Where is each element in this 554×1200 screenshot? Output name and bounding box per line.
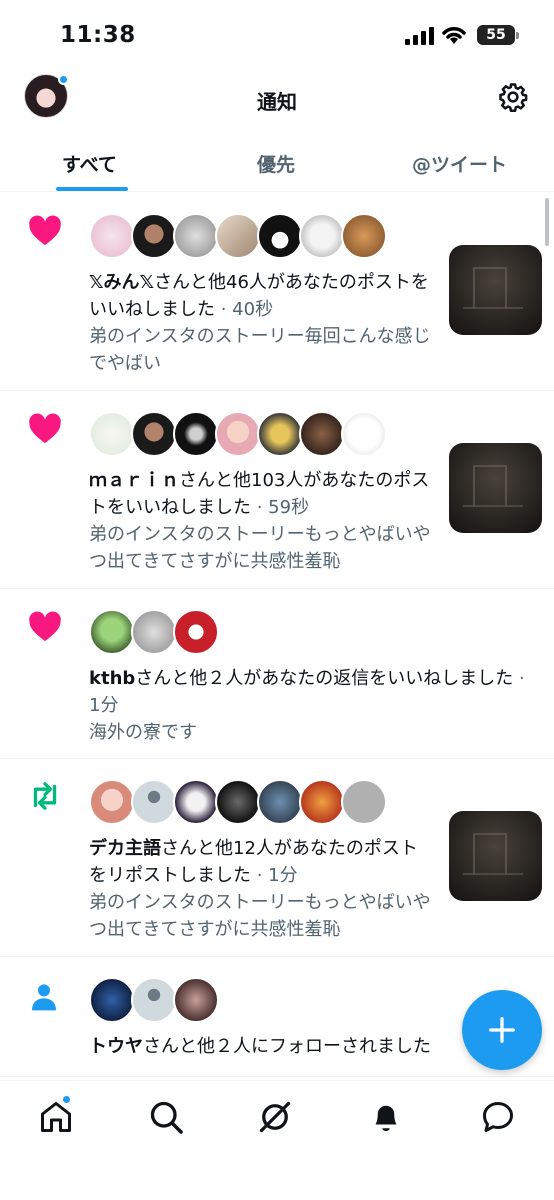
notification-body: デカ主語さんと他12人があなたのポストをリポストしました · 1分 弟のインスタ… (89, 835, 434, 943)
avatar[interactable] (131, 411, 177, 457)
user-name[interactable]: 𝕏みん𝕏 (89, 272, 154, 293)
notification-body: kthbさんと他２人があなたの返信をいいねしました · 1分 海外の寮です (89, 665, 539, 746)
repost-icon (33, 782, 57, 810)
notification-text: ｍａｒｉｎさんと他103人があなたのポストをいいねしました · 59秒 (89, 467, 434, 521)
compose-button[interactable] (462, 990, 542, 1070)
grok-icon[interactable] (257, 1099, 293, 1135)
avatar[interactable] (215, 213, 261, 259)
tab-all[interactable]: すべて (62, 150, 117, 177)
user-name[interactable]: ｍａｒｉｎ (89, 470, 179, 491)
avatar[interactable] (173, 411, 219, 457)
notification-body: 𝕏みん𝕏さんと他46人があなたのポストをいいねしました · 40秒 弟のインスタ… (89, 269, 434, 377)
avatar[interactable] (215, 411, 261, 457)
notification-text: 𝕏みん𝕏さんと他46人があなたのポストをいいねしました · 40秒 (89, 269, 434, 323)
timestamp: · 40秒 (215, 299, 274, 320)
avatar[interactable] (89, 411, 135, 457)
avatar[interactable] (131, 609, 177, 655)
avatar[interactable] (299, 213, 345, 259)
avatar[interactable] (257, 411, 303, 457)
notification-item[interactable]: kthbさんと他２人があなたの返信をいいねしました · 1分 海外の寮です (0, 589, 554, 759)
avatar[interactable] (257, 213, 303, 259)
tab-priority[interactable]: 優先 (257, 150, 295, 177)
header: 通知 (0, 68, 554, 130)
notification-text: デカ主語さんと他12人があなたのポストをリポストしました · 1分 (89, 835, 434, 889)
bell-icon[interactable] (368, 1099, 404, 1135)
status-time: 11:38 (60, 22, 136, 48)
media-thumbnail[interactable] (449, 245, 542, 335)
avatar[interactable] (89, 609, 135, 655)
scrollbar[interactable] (545, 198, 549, 246)
timestamp: · 1分 (251, 865, 298, 886)
post-preview: 弟のインスタのストーリー毎回こんな感じでやばい (89, 326, 431, 374)
avatar[interactable] (215, 779, 261, 825)
avatar[interactable] (299, 411, 345, 457)
home-notification-dot (62, 1095, 71, 1104)
tab-bar: すべて 優先 @ツイート (0, 132, 554, 192)
avatar[interactable] (89, 213, 135, 259)
person-icon (32, 984, 56, 1011)
plus-icon (489, 1017, 515, 1043)
tab-mentions[interactable]: @ツイート (412, 150, 507, 177)
avatar[interactable] (173, 977, 219, 1023)
post-preview: 弟のインスタのストーリーもっとやばいやつ出てきてさすがに共感性羞恥 (89, 892, 431, 940)
media-thumbnail[interactable] (449, 443, 542, 533)
post-preview: 弟のインスタのストーリーもっとやばいやつ出てきてさすがに共感性羞恥 (89, 524, 431, 572)
timestamp: · 59秒 (251, 497, 310, 518)
avatar[interactable] (341, 411, 387, 457)
avatar[interactable] (173, 609, 219, 655)
wifi-icon (442, 27, 466, 44)
notification-item[interactable]: ｍａｒｉｎさんと他103人があなたのポストをいいねしました · 59秒 弟のイン… (0, 391, 554, 589)
avatar[interactable] (299, 779, 345, 825)
notification-text: kthbさんと他２人があなたの返信をいいねしました · 1分 (89, 665, 539, 719)
page-title: 通知 (257, 90, 297, 114)
action-text: さんと他２人があなたの返信をいいねしました (135, 668, 514, 689)
search-icon[interactable] (148, 1099, 184, 1135)
signal-icon (405, 27, 434, 45)
avatar[interactable] (131, 779, 177, 825)
heart-icon (29, 413, 61, 444)
notification-item[interactable]: デカ主語さんと他12人があなたのポストをリポストしました · 1分 弟のインスタ… (0, 759, 554, 957)
notification-body: ｍａｒｉｎさんと他103人があなたのポストをいいねしました · 59秒 弟のイン… (89, 467, 434, 575)
avatar[interactable] (131, 213, 177, 259)
media-thumbnail[interactable] (449, 811, 542, 901)
messages-icon[interactable] (480, 1099, 516, 1135)
avatar[interactable] (131, 977, 177, 1023)
battery-indicator: 55 (477, 25, 519, 45)
post-preview: 海外の寮です (89, 722, 197, 743)
avatar[interactable] (173, 213, 219, 259)
avatar[interactable] (341, 779, 387, 825)
gear-icon[interactable] (498, 82, 528, 112)
bottom-nav (0, 1080, 554, 1200)
heart-icon (29, 215, 61, 246)
avatar-notification-dot (58, 74, 69, 85)
avatar[interactable] (257, 779, 303, 825)
status-bar: 11:38 55 (0, 0, 554, 68)
user-name[interactable]: デカ主語 (89, 838, 161, 859)
avatar[interactable] (173, 779, 219, 825)
heart-icon (29, 611, 61, 642)
avatar[interactable] (89, 779, 135, 825)
active-tab-indicator (56, 187, 128, 191)
user-name[interactable]: kthb (89, 668, 135, 689)
avatar[interactable] (89, 977, 135, 1023)
action-text: さんと他２人にフォローされました (143, 1036, 431, 1057)
user-name[interactable]: トウヤ (89, 1036, 143, 1057)
home-icon[interactable] (38, 1099, 74, 1135)
notification-feed: 𝕏みん𝕏さんと他46人があなたのポストをいいねしました · 40秒 弟のインスタ… (0, 193, 554, 1077)
notification-item[interactable]: 𝕏みん𝕏さんと他46人があなたのポストをいいねしました · 40秒 弟のインスタ… (0, 193, 554, 391)
avatar[interactable] (341, 213, 387, 259)
